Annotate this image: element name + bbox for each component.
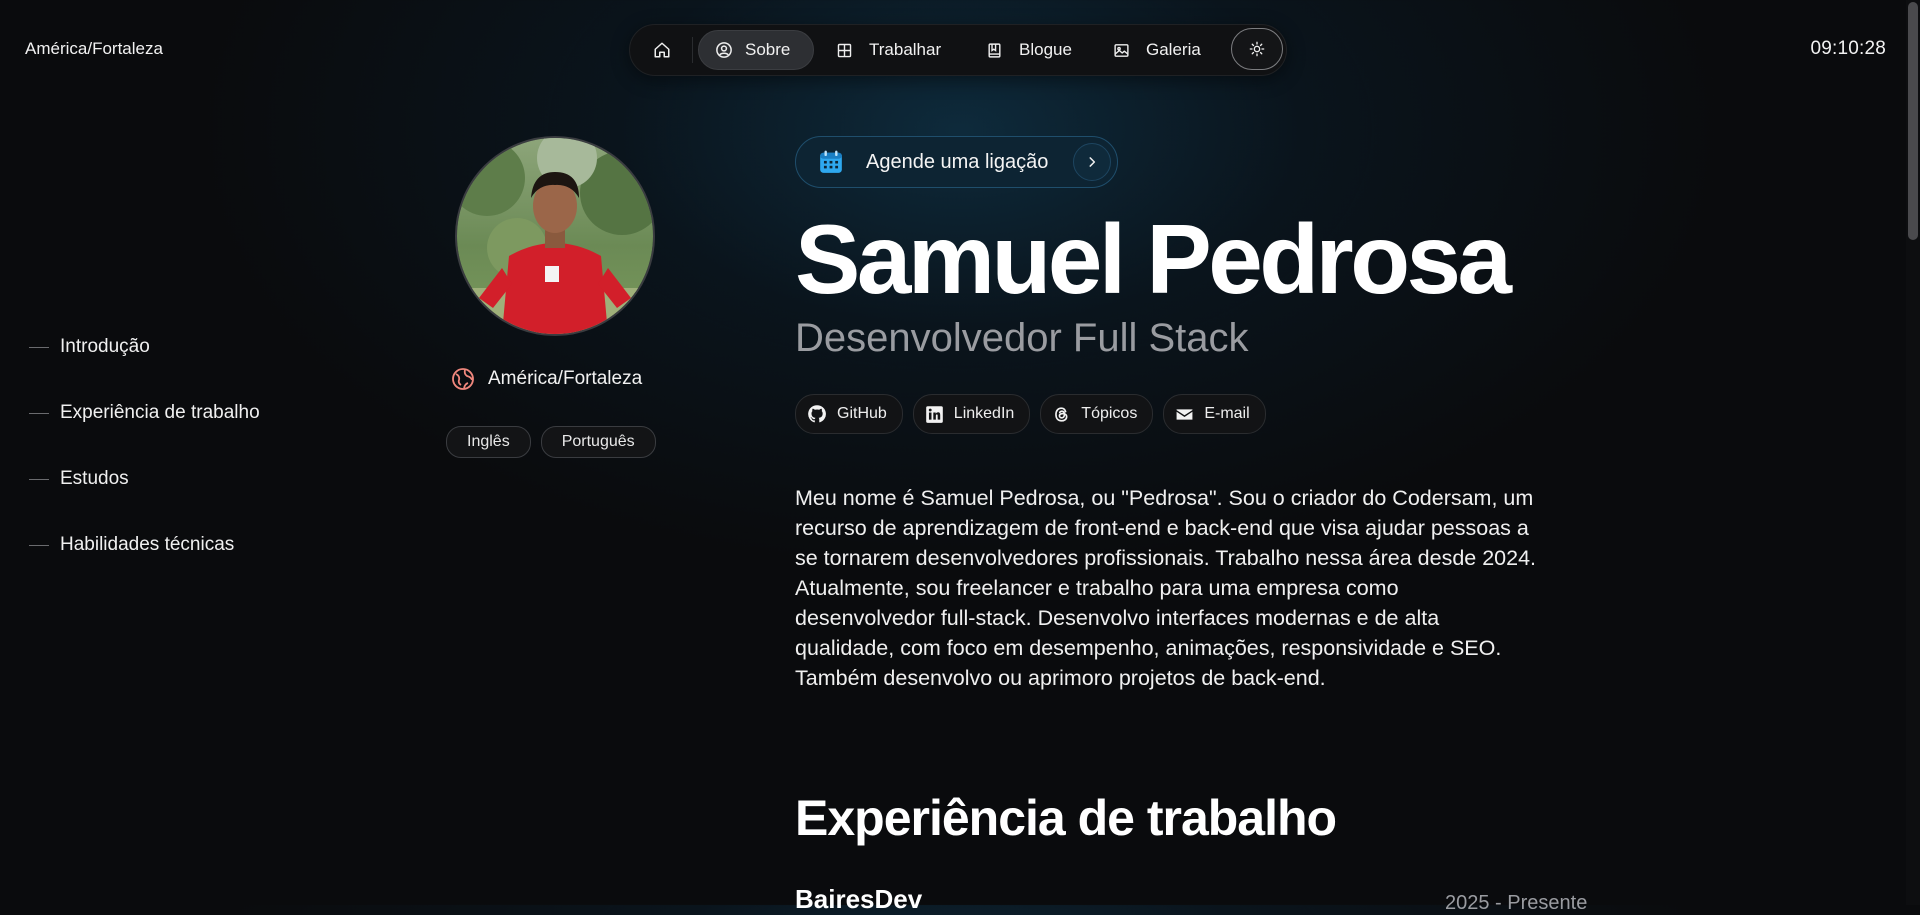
home-icon — [654, 42, 670, 58]
toc-item-label: Estudos — [60, 468, 129, 489]
profile-role: Desenvolvedor Full Stack — [795, 316, 1249, 360]
toc-item-label: Introdução — [60, 336, 150, 357]
main-nav: Sobre Trabalhar Blogue Galeria — [629, 24, 1287, 76]
linkedin-link[interactable]: LinkedIn — [912, 394, 1031, 434]
social-label: GitHub — [837, 405, 887, 422]
toc-dash — [29, 346, 49, 348]
chevron-right-icon — [1073, 143, 1111, 181]
user-circle-icon — [716, 42, 732, 58]
social-label: LinkedIn — [953, 405, 1015, 422]
section-title-experience: Experiência de trabalho — [795, 790, 1337, 846]
avatar — [455, 136, 655, 336]
bio-line: Também desenvolvo ou aprimoro projetos d… — [795, 666, 1326, 690]
toc-item-label: Experiência de trabalho — [60, 402, 260, 423]
scrollbar-thumb[interactable] — [1908, 2, 1918, 240]
toc-item-label: Habilidades técnicas — [60, 534, 235, 555]
bio-paragraph: Meu nome é Samuel Pedrosa, ou "Pedrosa".… — [795, 483, 1595, 693]
social-label: Tópicos — [1081, 405, 1138, 422]
nav-item-label: Galeria — [1146, 40, 1201, 59]
bio-line: Meu nome é Samuel Pedrosa, ou "Pedrosa".… — [795, 486, 1534, 510]
bio-line: recurso de aprendizagem de front-end e b… — [795, 516, 1529, 540]
toc-item-technical-skills[interactable]: Habilidades técnicas — [29, 534, 234, 556]
threads-link[interactable]: Tópicos — [1040, 394, 1154, 434]
nav-item-label: Trabalhar — [869, 40, 942, 59]
language-tag: Português — [540, 426, 656, 458]
social-label: E-mail — [1204, 405, 1250, 422]
toc-dash — [29, 412, 49, 414]
profile-location-label: América/Fortaleza — [488, 368, 643, 389]
nav-home-button[interactable] — [644, 30, 680, 70]
toc-item-introduction[interactable]: Introdução — [29, 336, 150, 358]
experience-company: BairesDev — [795, 884, 923, 914]
toc-item-studies[interactable]: Estudos — [29, 468, 129, 490]
nav-item-work[interactable]: Trabalhar — [836, 30, 941, 70]
threads-icon — [1055, 406, 1068, 422]
nav-item-blog[interactable]: Blogue — [986, 30, 1072, 70]
social-links: GitHub LinkedIn Tópicos E-mail — [795, 394, 1266, 434]
bio-line: desenvolvedor full-stack. Desenvolvo int… — [795, 606, 1440, 630]
header-timezone: América/Fortaleza — [25, 39, 163, 58]
email-link[interactable]: E-mail — [1163, 394, 1266, 434]
toc-dash — [29, 544, 49, 546]
profile-location: América/Fortaleza — [451, 367, 642, 391]
header-clock: 09:10:28 — [1810, 38, 1886, 59]
toc-dash — [29, 478, 49, 480]
bio-line: qualidade, com foco em desempenho, anima… — [795, 636, 1502, 660]
sun-icon — [1249, 41, 1265, 57]
grid-icon — [837, 43, 852, 57]
linkedin-icon — [925, 405, 943, 423]
bio-line: se tornarem desenvolvedores profissionai… — [795, 546, 1537, 570]
gallery-icon — [1114, 43, 1129, 57]
profile-name: Samuel Pedrosa — [795, 204, 1512, 314]
toc-item-work-experience[interactable]: Experiência de trabalho — [29, 402, 260, 424]
language-tag: Inglês — [446, 426, 531, 458]
theme-toggle-button[interactable] — [1231, 28, 1283, 70]
globe-icon — [452, 368, 474, 390]
schedule-call-label: Agende uma ligação — [866, 150, 1049, 173]
page-scrollbar[interactable] — [1906, 0, 1920, 905]
github-link[interactable]: GitHub — [795, 394, 903, 434]
bio-line: Atualmente, sou freelancer e trabalho pa… — [795, 576, 1399, 600]
github-icon — [808, 405, 826, 423]
experience-period: 2025 - Presente — [1445, 892, 1588, 914]
mail-icon — [1176, 408, 1193, 420]
nav-item-label: Sobre — [745, 40, 791, 59]
book-icon — [988, 42, 1001, 58]
schedule-call-button[interactable]: Agende uma ligação — [795, 136, 1118, 188]
nav-item-gallery[interactable]: Galeria — [1113, 30, 1201, 70]
calendar-icon — [820, 150, 842, 173]
nav-item-label: Blogue — [1019, 40, 1072, 59]
nav-divider — [692, 37, 693, 63]
language-tags: Inglês Português — [446, 426, 656, 458]
nav-item-about[interactable]: Sobre — [698, 30, 814, 70]
